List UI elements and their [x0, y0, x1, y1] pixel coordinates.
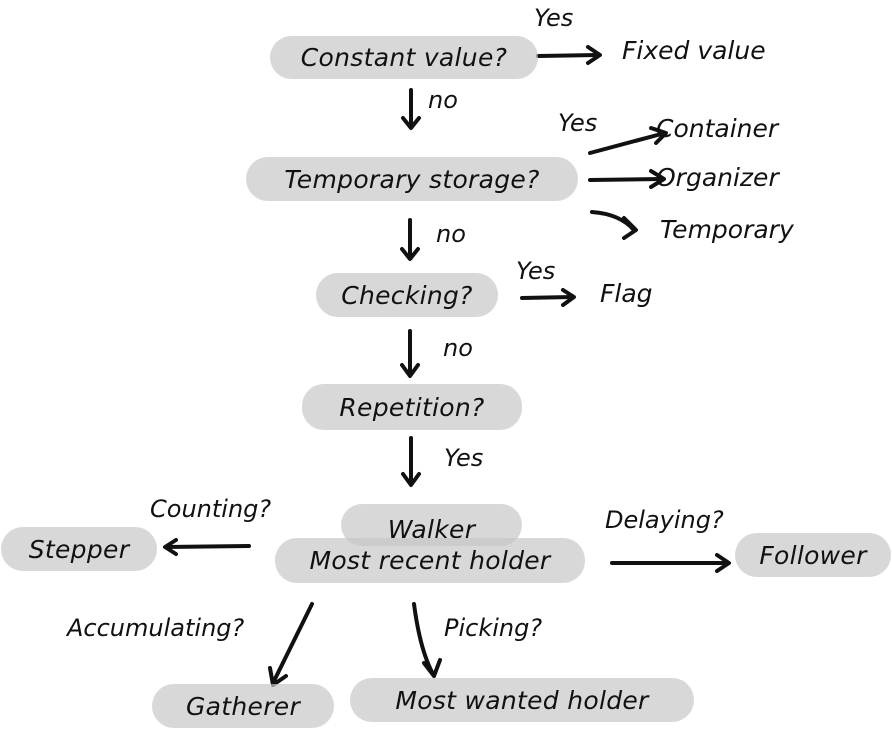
node-constant-value: Constant value? — [270, 36, 538, 79]
arrow-temporary-to-container — [588, 131, 667, 155]
outcome-organizer: Organizer — [656, 163, 779, 192]
flowchart-canvas: Constant value? Temporary storage? Check… — [0, 0, 892, 731]
node-most-wanted-holder: Most wanted holder — [350, 678, 694, 722]
arrowhead-temporary-to-temporary — [622, 216, 638, 240]
arrow-to-gatherer — [271, 602, 314, 685]
edge-label-accumulating: Accumulating? — [67, 614, 245, 642]
edge-label-picking: Picking? — [444, 614, 543, 642]
arrowhead-checking-down — [400, 363, 420, 378]
arrowhead-checking-to-flag — [561, 288, 576, 307]
arrowhead-repetition-down — [401, 472, 421, 487]
arrowhead-to-stepper — [163, 538, 178, 556]
node-checking: Checking? — [316, 273, 498, 317]
node-follower: Follower — [735, 533, 891, 577]
arrow-to-stepper — [164, 544, 251, 549]
arrowhead-to-follower — [715, 553, 731, 573]
edge-label-temporary-yes: Yes — [558, 109, 598, 137]
node-constant-value-text: Constant value? — [300, 43, 508, 72]
edge-label-repetition-yes: Yes — [444, 444, 484, 472]
node-gatherer-text: Gatherer — [185, 691, 301, 721]
node-temporary-storage-text: Temporary storage? — [284, 164, 540, 194]
arrowhead-to-most-wanted — [422, 658, 442, 678]
arrow-constant-to-fixed — [536, 53, 600, 58]
edge-label-temporary-no: no — [436, 220, 466, 248]
edge-label-checking-no: no — [443, 334, 473, 362]
node-most-recent-holder-text: Most recent holder — [309, 546, 551, 575]
arrow-temporary-to-temporary — [590, 210, 636, 232]
edge-label-delaying: Delaying? — [605, 506, 724, 534]
node-temporary-storage: Temporary storage? — [246, 157, 578, 201]
node-most-wanted-holder-text: Most wanted holder — [395, 685, 649, 715]
edge-label-checking-yes: Yes — [516, 257, 556, 285]
node-follower-text: Follower — [759, 540, 867, 570]
node-most-recent-holder: Most recent holder — [275, 538, 585, 583]
arrowhead-temporary-down — [400, 247, 420, 261]
node-stepper-text: Stepper — [28, 534, 130, 564]
node-checking-text: Checking? — [341, 280, 473, 310]
edge-label-constant-yes: Yes — [534, 4, 574, 32]
node-gatherer: Gatherer — [152, 684, 334, 728]
outcome-temporary: Temporary — [660, 215, 794, 244]
arrowhead-constant-to-fixed — [586, 45, 602, 65]
outcome-fixed-value: Fixed value — [622, 36, 766, 65]
node-repetition: Repetition? — [302, 384, 522, 430]
edge-label-constant-no: no — [428, 86, 458, 114]
node-repetition-text: Repetition? — [339, 392, 485, 422]
edge-label-counting: Counting? — [150, 495, 272, 523]
outcome-container: Container — [656, 114, 779, 143]
arrowhead-to-gatherer — [268, 666, 288, 687]
arrow-temporary-to-organizer — [588, 177, 664, 182]
arrow-checking-to-flag — [520, 295, 574, 300]
outcome-flag: Flag — [600, 279, 653, 308]
node-stepper: Stepper — [1, 527, 157, 571]
arrow-to-most-wanted — [412, 602, 435, 676]
arrowhead-constant-down — [401, 116, 421, 130]
